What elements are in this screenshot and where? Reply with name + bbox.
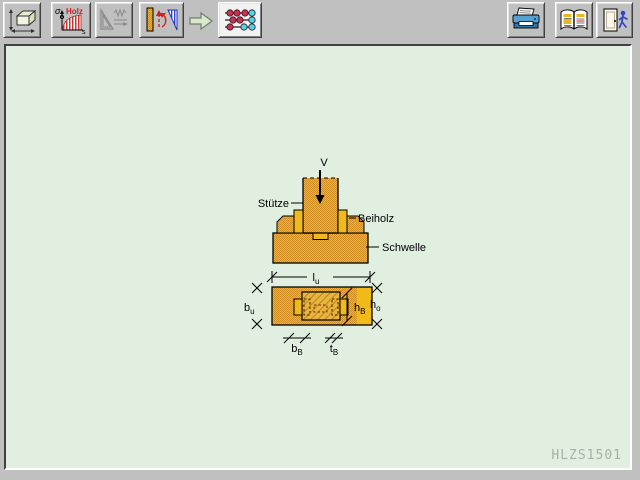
dim-tB-label: tB xyxy=(330,343,338,357)
load-diagram-icon xyxy=(144,5,180,35)
s-symbol: s xyxy=(82,29,86,35)
abacus-icon xyxy=(222,5,258,35)
side-timber-left xyxy=(277,216,294,233)
printer-icon xyxy=(510,6,542,34)
column-label: Stütze xyxy=(258,198,289,210)
column-section-plan xyxy=(302,292,340,320)
dim-bu-label: bu xyxy=(244,302,255,316)
side-timber-right-strip xyxy=(338,210,347,233)
side-timber-left-strip xyxy=(294,210,303,233)
box-dimensions-icon xyxy=(6,6,38,34)
dim-lu-label: lu xyxy=(313,272,320,286)
exit-button[interactable] xyxy=(596,2,633,38)
sigma-wood-icon: σ Holz s xyxy=(54,5,88,35)
drawing-canvas: V Stütze Beiholz Schwelle xyxy=(4,44,632,470)
material-button[interactable]: σ Holz s xyxy=(51,2,91,38)
dim-bB: bB xyxy=(283,333,311,357)
dim-tB: tB xyxy=(325,333,343,357)
side-timber-label: Beiholz xyxy=(358,213,394,225)
holz-text: Holz xyxy=(66,7,83,16)
proceed-arrow-icon xyxy=(188,9,214,33)
dim-lu: lu xyxy=(267,271,375,286)
geometry-button[interactable] xyxy=(3,2,41,38)
plan-view: lu bu hB ho xyxy=(244,271,382,357)
manual-button[interactable] xyxy=(555,2,593,38)
force-label: V xyxy=(320,157,328,169)
elevation-view: V Stütze Beiholz Schwelle xyxy=(258,157,426,263)
exit-door-icon xyxy=(599,6,631,34)
dim-bB-label: bB xyxy=(291,343,302,357)
sill-label: Schwelle xyxy=(382,242,426,254)
sigma-symbol: σ xyxy=(55,6,61,16)
loads-button[interactable] xyxy=(139,2,184,38)
print-button[interactable] xyxy=(507,2,545,38)
timber-joint-diagram: V Stütze Beiholz Schwelle xyxy=(6,46,630,468)
open-book-icon xyxy=(558,6,590,34)
calculate-button[interactable] xyxy=(218,2,262,38)
toolbar: σ Holz s xyxy=(0,0,640,42)
support-spring-icon xyxy=(98,6,130,34)
dim-ho-label: ho xyxy=(370,299,381,313)
tenon-elevation xyxy=(313,233,328,240)
program-code-label: HLZS1501 xyxy=(551,448,622,463)
side-timber-left-plan xyxy=(294,299,302,315)
supports-button-disabled[interactable] xyxy=(95,2,133,38)
dim-bu: bu xyxy=(244,283,262,329)
